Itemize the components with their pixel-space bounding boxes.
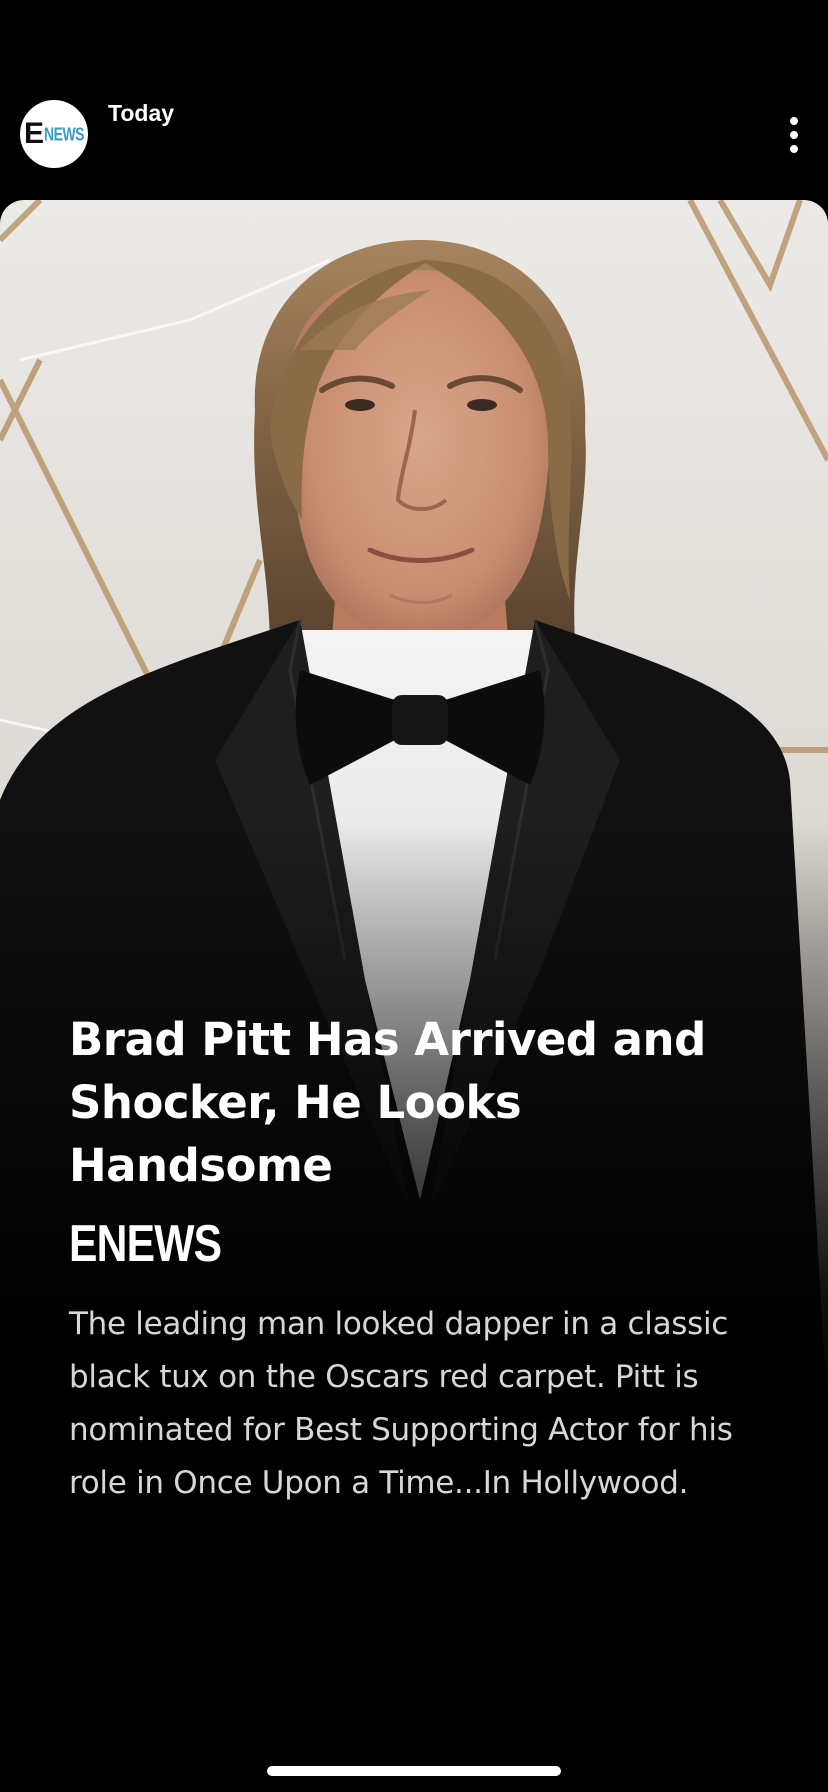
story-headline: Brad Pitt Has Arrived and Shocker, He Lo…	[69, 1013, 706, 1192]
more-options-button[interactable]	[774, 110, 814, 160]
story-header: E NEWS Today	[0, 0, 828, 200]
home-indicator[interactable]	[267, 1766, 561, 1776]
story-card[interactable]: Brad Pitt Has Arrived and Shocker, He Lo…	[0, 200, 828, 1792]
e-news-logo-icon: E NEWS	[23, 117, 85, 150]
story-brand-logo: ENEWS	[69, 1215, 222, 1273]
publisher-avatar[interactable]: E NEWS	[20, 100, 88, 168]
logo-suffix: NEWS	[44, 123, 85, 145]
more-dot-icon	[790, 117, 798, 125]
more-dot-icon	[790, 145, 798, 153]
publish-time: Today	[108, 100, 175, 126]
story-summary: The leading man looked dapper in a class…	[69, 1306, 733, 1501]
more-dot-icon	[790, 131, 798, 139]
logo-letter: E	[23, 117, 44, 150]
